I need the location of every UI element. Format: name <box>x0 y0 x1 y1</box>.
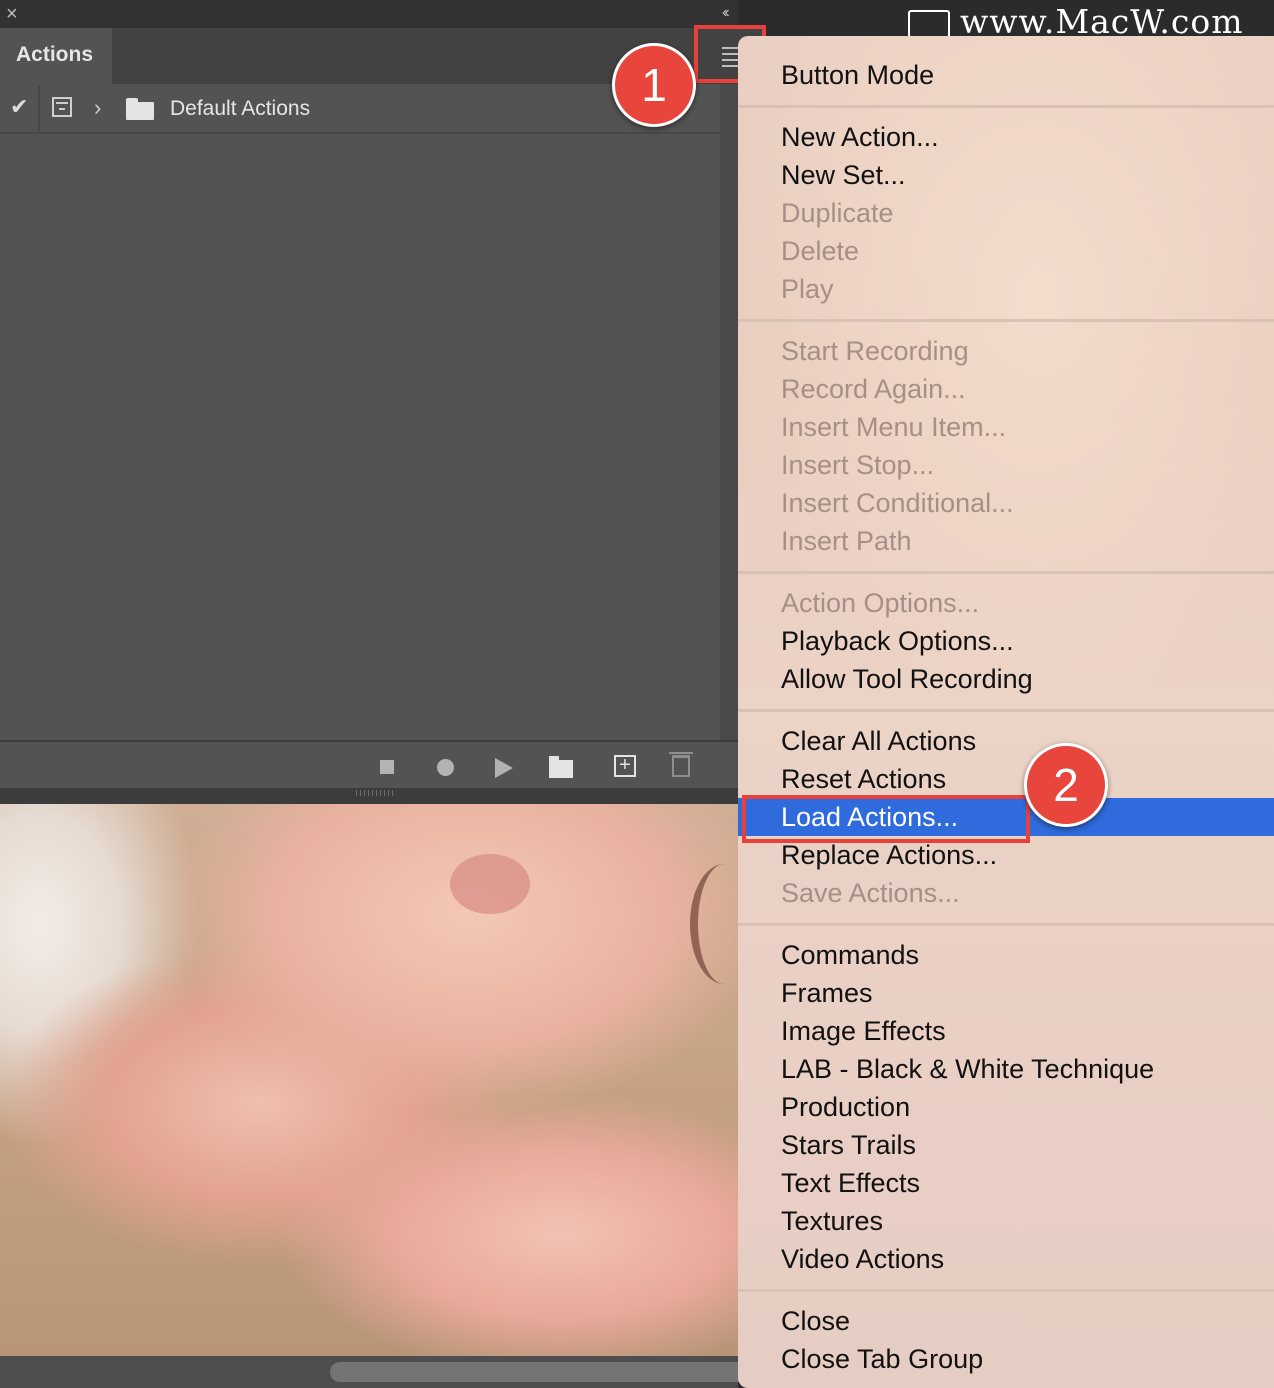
resize-grip-icon[interactable] <box>356 790 394 796</box>
menu-item-production[interactable]: Production <box>738 1088 1274 1126</box>
menu-item-save-actions: Save Actions... <box>781 878 960 908</box>
menu-item-start-recording: Start Recording <box>781 336 969 366</box>
photo-detail <box>450 854 530 914</box>
record-icon[interactable] <box>437 759 454 776</box>
menu-item-button-mode[interactable]: Button Mode <box>738 56 1274 94</box>
menu-item-new-set[interactable]: New Set... <box>738 156 1274 194</box>
action-set-name: Default Actions <box>170 97 311 120</box>
callout-badge-2: 2 <box>1024 743 1108 827</box>
new-action-icon[interactable]: + <box>614 755 636 777</box>
menu-item-clear-all-actions[interactable]: Clear All Actions <box>738 722 1274 760</box>
menu-item-close-tab-group[interactable]: Close Tab Group <box>738 1340 1274 1378</box>
menu-item-reset-actions[interactable]: Reset Actions <box>738 760 1274 798</box>
toggle-item-checkmark-icon[interactable]: ✔ <box>10 94 28 120</box>
tab-actions[interactable]: Actions <box>0 28 112 84</box>
menu-item-commands[interactable]: Commands <box>738 936 1274 974</box>
row-divider <box>38 86 40 132</box>
menu-item-record-again: Record Again... <box>781 374 966 404</box>
close-panel-icon[interactable]: × <box>6 3 18 25</box>
menu-item-new-action[interactable]: New Action... <box>738 118 1274 156</box>
folder-icon <box>126 98 154 120</box>
toggle-dialog-icon[interactable] <box>52 97 72 117</box>
play-icon[interactable] <box>495 758 513 778</box>
panel-flyout-menu: Button Mode New Action... New Set... Dup… <box>738 36 1274 1388</box>
menu-item-duplicate: Duplicate <box>781 198 894 228</box>
stop-icon[interactable] <box>380 760 394 774</box>
menu-item-frames[interactable]: Frames <box>738 974 1274 1012</box>
menu-item-action-options: Action Options... <box>781 588 980 618</box>
menu-item-playback-options[interactable]: Playback Options... <box>738 622 1274 660</box>
actions-toolbar: + <box>0 740 738 790</box>
menu-item-stars-trails[interactable]: Stars Trails <box>738 1126 1274 1164</box>
panel-title-bar: × ‹‹ <box>0 0 738 28</box>
menu-item-insert-path: Insert Path <box>781 526 912 556</box>
menu-item-play: Play <box>781 274 834 304</box>
menu-item-close[interactable]: Close <box>738 1302 1274 1340</box>
menu-item-insert-conditional: Insert Conditional... <box>781 488 1014 518</box>
trash-icon[interactable] <box>669 752 693 777</box>
menu-separator <box>738 105 1274 108</box>
actions-panel: × ‹‹ Actions ✔ › Default Actions + <box>0 0 738 804</box>
photo-detail <box>690 864 738 984</box>
menu-item-allow-tool-recording[interactable]: Allow Tool Recording <box>738 660 1274 698</box>
menu-item-insert-stop: Insert Stop... <box>781 450 935 480</box>
menu-item-insert-menu-item: Insert Menu Item... <box>781 412 1007 442</box>
scrollbar-thumb[interactable] <box>330 1362 750 1382</box>
menu-separator <box>738 923 1274 926</box>
panel-resize-divider[interactable] <box>0 788 738 804</box>
new-set-folder-icon[interactable] <box>549 756 573 778</box>
canvas-horizontal-scrollbar[interactable] <box>0 1356 750 1388</box>
menu-item-video-actions[interactable]: Video Actions <box>738 1240 1274 1278</box>
monitor-logo-icon <box>908 10 950 44</box>
menu-separator <box>738 709 1274 712</box>
menu-item-textures[interactable]: Textures <box>738 1202 1274 1240</box>
panel-scrollbar[interactable] <box>720 84 738 740</box>
menu-item-image-effects[interactable]: Image Effects <box>738 1012 1274 1050</box>
menu-separator <box>738 1289 1274 1292</box>
expand-chevron-icon[interactable]: › <box>94 95 101 121</box>
menu-separator <box>738 319 1274 322</box>
menu-item-text-effects[interactable]: Text Effects <box>738 1164 1274 1202</box>
menu-item-delete: Delete <box>781 236 860 266</box>
document-canvas-image <box>0 804 738 1356</box>
collapse-panel-icon[interactable]: ‹‹ <box>722 4 729 22</box>
callout-badge-1: 1 <box>612 43 696 127</box>
menu-separator <box>738 571 1274 574</box>
annotation-highlight-box <box>742 795 1030 843</box>
menu-item-lab-black-white[interactable]: LAB - Black & White Technique <box>738 1050 1274 1088</box>
